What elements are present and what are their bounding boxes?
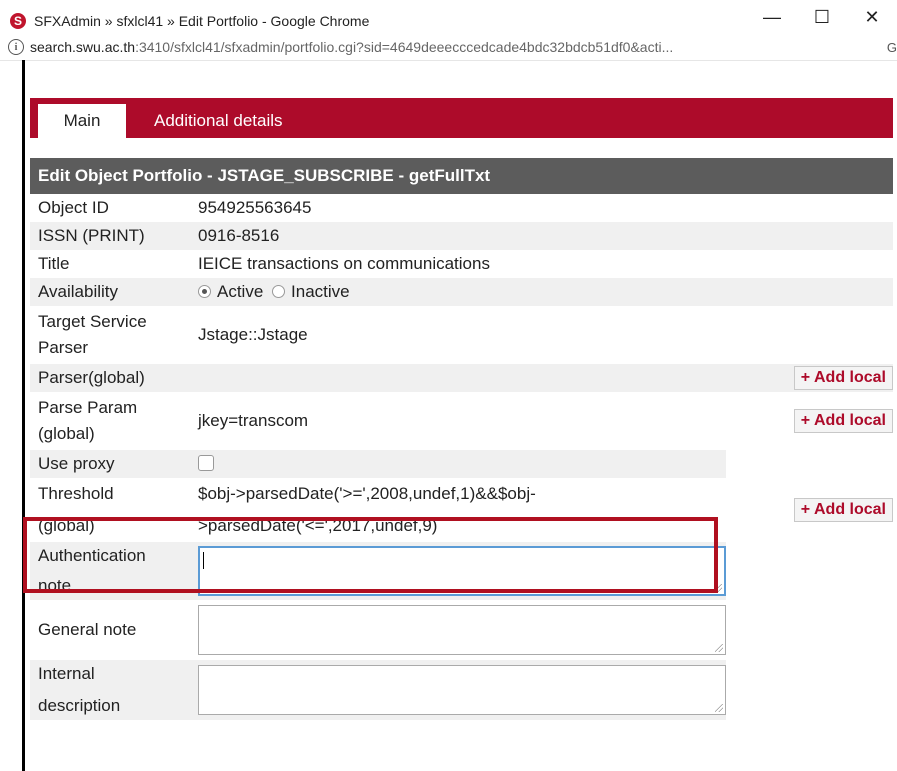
internal-desc-textarea[interactable] [198,665,726,715]
address-bar[interactable]: i search.swu.ac.th:3410/sfxlcl41/sfxadmi… [0,34,897,60]
issn-value: 0916-8516 [190,222,726,250]
window-title-area: S SFXAdmin » sfxlcl41 » Edit Portfolio -… [10,10,369,32]
sfx-app-icon: S [10,13,26,29]
use-proxy-checkbox[interactable] [198,455,214,471]
inactive-radio[interactable] [272,285,286,298]
tab-additional-details[interactable]: Additional details [154,104,283,138]
maximize-button[interactable]: ☐ [797,0,847,34]
target-parser-label-line1: Target Service [38,312,147,331]
add-local-parser-button[interactable]: + Add local [793,366,893,390]
translate-icon[interactable]: G [887,40,897,55]
threshold-value-line1: $obj->parsedDate('>=',2008,undef,1)&&$ob… [198,484,536,503]
active-radio-label: Active [217,282,264,301]
inactive-radio-label: Inactive [291,282,350,301]
threshold-highlight-box [23,517,718,593]
parse-param-label-line1: Parse Param [38,398,138,417]
tab-bar: Main Additional details [30,98,893,138]
portfolio-page: Main Additional details Edit Object Port… [30,98,893,720]
issn-label: ISSN (PRINT) [30,222,190,250]
minimize-button[interactable]: — [747,0,797,34]
parse-param-label-line2: (global) [38,424,95,443]
title-value: IEICE transactions on communications [198,254,490,273]
url-host: search.swu.ac.th [30,39,136,55]
add-local-parse-param-button[interactable]: + Add local [793,409,893,433]
parse-param-value: jkey=transcom [198,411,309,430]
general-note-label: General note [38,620,137,639]
parse-param-label: Parse Param (global) [30,392,190,450]
threshold-label-line1: Threshold [38,484,114,503]
target-parser-value: Jstage::Jstage [198,325,308,344]
portfolio-form: Object ID 954925563645 ISSN (PRINT) 0916… [30,194,893,720]
window-title: SFXAdmin » sfxlcl41 » Edit Portfolio - G… [34,13,370,29]
availability-radio-group: Active Inactive [190,278,726,306]
url-path: :3410/sfxlcl41/sfxadmin/portfolio.cgi?si… [135,39,674,55]
target-parser-label-line2: Parser [38,338,89,357]
left-border-rule [22,60,25,771]
window-controls: — ☐ ✕ [747,0,897,34]
section-header: Edit Object Portfolio - JSTAGE_SUBSCRIBE… [30,158,893,194]
object-id-label: Object ID [38,198,109,217]
active-radio[interactable] [198,285,211,298]
availability-label: Availability [30,278,190,306]
title-label: Title [38,254,70,273]
tab-main[interactable]: Main [38,104,126,138]
add-local-threshold-button[interactable]: + Add local [793,498,893,522]
use-proxy-label: Use proxy [30,450,190,478]
parser-global-label: Parser(global) [30,364,190,392]
resize-grip-icon[interactable] [715,644,723,652]
target-parser-label: Target Service Parser [30,306,190,364]
internal-desc-label-line1: Internal [38,664,95,683]
internal-desc-label-line2: description [38,696,121,715]
close-button[interactable]: ✕ [847,0,897,34]
object-id-value: 954925563645 [198,198,312,217]
resize-grip-icon[interactable] [715,704,723,712]
info-icon[interactable]: i [8,39,24,55]
general-note-textarea[interactable] [198,605,726,655]
internal-desc-label: Internal description [30,660,190,720]
